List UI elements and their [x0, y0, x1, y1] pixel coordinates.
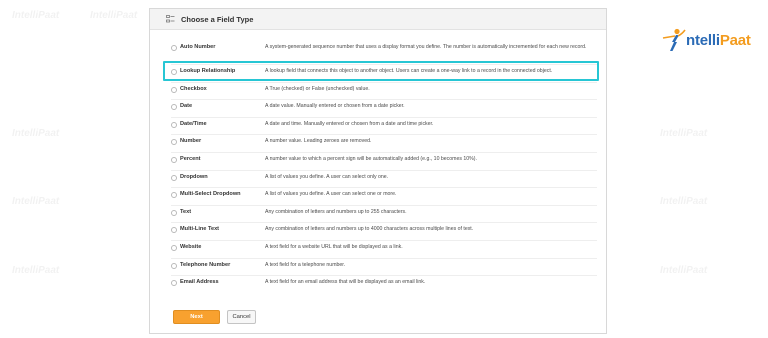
radio-button[interactable]	[171, 192, 177, 199]
radio-button[interactable]	[171, 174, 177, 181]
field-option-description: Any combination of letters and numbers u…	[265, 208, 407, 215]
field-option-label: Lookup Relationship	[180, 68, 236, 74]
field-option-description: A text field for a website URL that will…	[265, 243, 403, 250]
field-option-label: Email Address	[180, 279, 219, 286]
radio-button[interactable]	[171, 139, 177, 146]
field-option-description: A number value. Leading zeroes are remov…	[265, 138, 372, 145]
field-option-lookup-relationship[interactable]: Lookup Relationship A lookup field that …	[149, 65, 607, 83]
field-option-auto-number[interactable]: Auto Number A system-generated sequence …	[149, 41, 607, 65]
person-logo-icon	[662, 28, 686, 51]
field-option-checkbox[interactable]: Checkbox A True (checked) or False (unch…	[149, 83, 607, 101]
watermark-text: IntelliPaat	[660, 265, 708, 276]
field-option-description: A list of values you define. A user can …	[265, 191, 397, 198]
field-option-description: A text field for an email address that w…	[265, 279, 426, 286]
field-option-description: A text field for a telephone number.	[265, 261, 346, 268]
brand-name-part: ntelli	[686, 31, 720, 49]
field-option-label: Text	[180, 208, 192, 215]
field-option-telephone-number[interactable]: Telephone Number A text field for a tele…	[149, 259, 607, 277]
field-type-icon	[166, 15, 175, 23]
radio-button[interactable]	[171, 156, 177, 163]
radio-button[interactable]	[171, 69, 177, 75]
radio-button[interactable]	[171, 104, 177, 111]
field-option-description: A list of values you define. A user can …	[265, 173, 389, 180]
brand-name: ntelliPaat	[686, 32, 751, 49]
watermark-text: IntelliPaat	[90, 10, 138, 21]
field-option-label: Website	[180, 243, 202, 250]
field-option-label: Multi-Select Dropdown	[180, 191, 241, 198]
intellipaat-logo: ntelliPaat	[660, 28, 751, 52]
field-option-description: A True (checked) or False (unchecked) va…	[265, 85, 370, 92]
watermark-text: IntelliPaat	[12, 128, 60, 139]
radio-button[interactable]	[171, 45, 177, 51]
next-button[interactable]: Next	[173, 310, 220, 324]
radio-button[interactable]	[171, 227, 177, 234]
panel-title: Choose a Field Type	[181, 14, 254, 24]
field-option-label: Checkbox	[180, 85, 207, 92]
field-option-description: A lookup field that connects this object…	[265, 68, 553, 74]
watermark-text: IntelliPaat	[12, 265, 60, 276]
field-option-dropdown[interactable]: Dropdown A list of values you define. A …	[149, 171, 607, 189]
field-option-percent[interactable]: Percent A number value to which a percen…	[149, 153, 607, 171]
field-option-date-time[interactable]: Date/Time A date and time. Manually ente…	[149, 118, 607, 136]
field-option-description: A number value to which a percent sign w…	[265, 155, 477, 162]
radio-button[interactable]	[171, 280, 177, 287]
field-option-label: Date/Time	[180, 120, 207, 127]
radio-button[interactable]	[171, 86, 177, 93]
cancel-button[interactable]: Cancel	[227, 310, 256, 324]
radio-button[interactable]	[171, 244, 177, 251]
field-option-description: Any combination of letters and numbers u…	[265, 226, 474, 233]
watermark-text: IntelliPaat	[660, 128, 708, 139]
radio-button[interactable]	[171, 262, 177, 269]
field-option-description: A system-generated sequence number that …	[265, 44, 587, 50]
field-option-multi-select-dropdown[interactable]: Multi-Select Dropdown A list of values y…	[149, 188, 607, 206]
field-option-label: Number	[180, 138, 202, 145]
watermark-text: IntelliPaat	[660, 196, 708, 207]
radio-button[interactable]	[171, 209, 177, 216]
field-option-email-address[interactable]: Email Address A text field for an email …	[149, 276, 607, 294]
watermark-text: IntelliPaat	[12, 196, 60, 207]
field-option-number[interactable]: Number A number value. Leading zeroes ar…	[149, 135, 607, 153]
field-option-description: A date and time. Manually entered or cho…	[265, 120, 434, 127]
radio-button[interactable]	[171, 121, 177, 128]
field-option-multi-line-text[interactable]: Multi-Line Text Any combination of lette…	[149, 223, 607, 241]
panel-header: Choose a Field Type	[150, 9, 606, 30]
field-option-label: Auto Number	[180, 44, 216, 50]
field-option-label: Telephone Number	[180, 261, 231, 268]
field-option-label: Percent	[180, 155, 201, 162]
field-option-website[interactable]: Website A text field for a website URL t…	[149, 241, 607, 259]
watermark-text: IntelliPaat	[12, 10, 60, 21]
field-option-label: Dropdown	[180, 173, 208, 180]
field-option-text[interactable]: Text Any combination of letters and numb…	[149, 206, 607, 224]
field-option-label: Date	[180, 103, 193, 110]
field-option-date[interactable]: Date A date value. Manually entered or c…	[149, 100, 607, 118]
brand-name-part: Paat	[719, 31, 751, 49]
field-option-description: A date value. Manually entered or chosen…	[265, 103, 405, 110]
field-option-label: Multi-Line Text	[180, 226, 220, 233]
field-type-list: Auto Number A system-generated sequence …	[149, 41, 607, 294]
